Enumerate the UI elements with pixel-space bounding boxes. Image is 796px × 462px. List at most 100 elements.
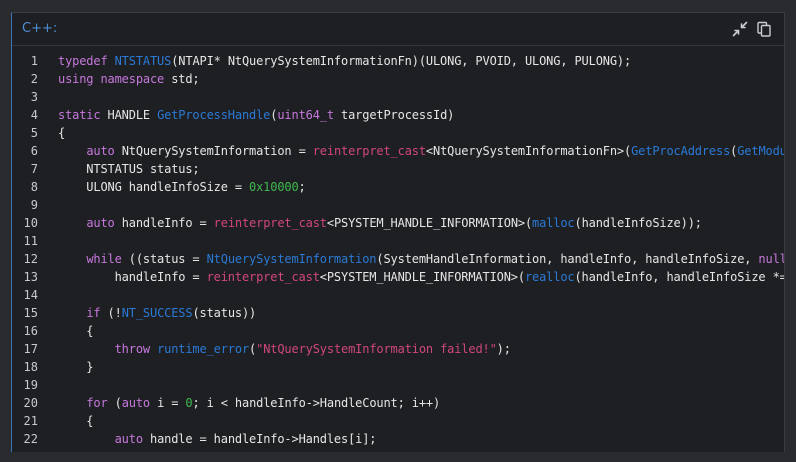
- code-line-text: throw runtime_error("NtQuerySystemInform…: [58, 340, 511, 358]
- cast-token: reinterpret_cast: [206, 270, 320, 284]
- code-line-text: auto handle = handleInfo->Handles[i];: [58, 430, 377, 448]
- code-text: (SystemHandleInformation, handleInfo, ha…: [376, 252, 759, 266]
- line-number: 14: [23, 288, 38, 302]
- code-line-text: {: [58, 322, 93, 340]
- line-number: 19: [23, 378, 38, 392]
- code-text: ;: [298, 180, 306, 194]
- code-line: 5{: [12, 124, 784, 142]
- code-text: );: [496, 342, 511, 356]
- line-number: 8: [30, 180, 38, 194]
- keyword-token: throw: [114, 342, 151, 356]
- line-number: 10: [23, 216, 38, 230]
- code-line: 11: [12, 232, 784, 250]
- code-text: (: [107, 396, 122, 410]
- code-line: 1 typedef NTSTATUS(NTAPI* NtQuerySystemIn…: [12, 52, 784, 70]
- language-label: C++:: [22, 21, 58, 36]
- code-line: 10 auto handleInfo = reinterpret_cast<PS…: [12, 214, 784, 232]
- code-line-text: auto NtQuerySystemInformation = reinterp…: [58, 142, 784, 160]
- code-text: ULONG handleInfoSize =: [58, 180, 250, 194]
- line-number: 17: [23, 342, 38, 356]
- collapse-arrows-icon: [732, 21, 748, 37]
- identifier-token: NtQuerySystemInformation: [206, 252, 377, 266]
- identifier-token: GetProcAddress: [631, 144, 731, 158]
- cast-token: reinterpret_cast: [312, 144, 426, 158]
- code-text: {: [58, 324, 94, 338]
- identifier-token: malloc: [532, 216, 575, 230]
- code-line-text: {: [58, 412, 93, 430]
- cast-token: reinterpret_cast: [213, 216, 327, 230]
- code-line-text: for (auto i = 0; i < handleInfo->HandleC…: [58, 394, 440, 412]
- code-line: 4 static HANDLE GetProcessHandle(uint64_t…: [12, 106, 784, 124]
- identifier-token: GetModuleHandleA: [737, 144, 784, 158]
- number-token: 0x10000: [249, 180, 299, 194]
- code-text: i =: [150, 396, 186, 410]
- code-line-text: if (!NT_SUCCESS(status)): [58, 304, 256, 322]
- code-line: 9: [12, 196, 784, 214]
- code-text: NtQuerySystemInformation =: [114, 144, 313, 158]
- line-number: 15: [23, 306, 38, 320]
- copy-icon: [757, 21, 771, 37]
- collapse-button[interactable]: [730, 19, 750, 39]
- code-line: 15 if (!NT_SUCCESS(status)): [12, 304, 784, 322]
- code-text: (status)): [192, 306, 257, 320]
- line-number: 3: [30, 90, 38, 104]
- keyword-token: while: [86, 252, 122, 266]
- identifier-token: GetProcessHandle: [157, 108, 271, 122]
- code-line-text: handleInfo = reinterpret_cast<PSYSTEM_HA…: [58, 268, 784, 286]
- line-number: 16: [23, 324, 38, 338]
- keyword-token: if: [86, 306, 101, 320]
- code-line: 7 NTSTATUS status;: [12, 160, 784, 178]
- code-line-text: while ((status = NtQuerySystemInformatio…: [58, 250, 784, 268]
- code-line-text: using namespace std;: [58, 70, 200, 88]
- copy-button[interactable]: [754, 19, 774, 39]
- page-background: C++: 1 typedef NTSTATUS(NTAPI* NtQuerySys…: [0, 0, 796, 462]
- line-number: 22: [23, 432, 38, 446]
- code-text: (!: [100, 306, 122, 320]
- identifier-token: NT_SUCCESS: [121, 306, 193, 320]
- code-line: 19: [12, 376, 784, 394]
- code-content[interactable]: 1 typedef NTSTATUS(NTAPI* NtQuerySystemIn…: [12, 52, 784, 452]
- code-text: handleInfo =: [58, 270, 207, 284]
- code-text: <NtQuerySystemInformationFn>(: [425, 144, 632, 158]
- code-block: C++: 1 typedef NTSTATUS(NTAPI* NtQuerySys…: [11, 12, 785, 452]
- code-line-text: auto handleInfo = reinterpret_cast<PSYST…: [58, 214, 702, 232]
- line-number: 2: [30, 72, 38, 86]
- code-text: <PSYSTEM_HANDLE_INFORMATION>(: [326, 216, 533, 230]
- code-line-text: static HANDLE GetProcessHandle(uint64_t …: [58, 106, 454, 124]
- code-block-header: C++:: [12, 13, 784, 46]
- keyword-token: auto: [86, 216, 115, 230]
- code-text: NTSTATUS status;: [58, 162, 200, 176]
- code-line: 20 for (auto i = 0; i < handleInfo->Hand…: [12, 394, 784, 412]
- line-number: 12: [23, 252, 38, 266]
- line-number: 20: [23, 396, 38, 410]
- keyword-token: nullptr: [758, 252, 784, 266]
- code-text: {: [58, 126, 66, 140]
- code-line: 16 {: [12, 322, 784, 340]
- code-line-text: }: [58, 358, 93, 376]
- code-line: 14: [12, 286, 784, 304]
- line-number: 21: [23, 414, 38, 428]
- line-number: 5: [30, 126, 38, 140]
- code-line: 21 {: [12, 412, 784, 430]
- identifier-token: NTSTATUS: [114, 54, 172, 68]
- code-text: (handleInfoSize));: [574, 216, 702, 230]
- code-line: 13 handleInfo = reinterpret_cast<PSYSTEM…: [12, 268, 784, 286]
- line-number: 1: [30, 54, 38, 68]
- code-text: handle = handleInfo->Handles[i];: [142, 432, 377, 446]
- code-line: 22 auto handle = handleInfo->Handles[i];: [12, 430, 784, 448]
- code-text: (NTAPI* NtQuerySystemInformationFn)(ULON…: [171, 54, 632, 68]
- line-number: 11: [23, 234, 38, 248]
- code-line: 2 using namespace std;: [12, 70, 784, 88]
- keyword-token: for: [86, 396, 108, 410]
- code-line: 3: [12, 88, 784, 106]
- code-line: 8 ULONG handleInfoSize = 0x10000;: [12, 178, 784, 196]
- keyword-token: uint64_t: [277, 108, 334, 122]
- line-number: 4: [30, 108, 38, 122]
- identifier-token: runtime_error: [157, 342, 250, 356]
